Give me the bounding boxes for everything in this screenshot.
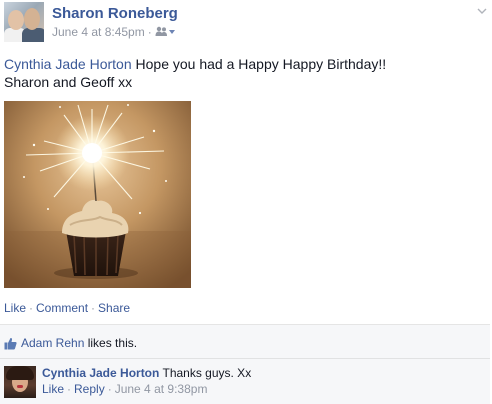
post-message-line1: Hope you had a Happy Happy Birthday!! (135, 56, 387, 72)
divider (0, 358, 490, 359)
liker-name-link[interactable]: Adam Rehn (21, 336, 84, 350)
share-button[interactable]: Share (98, 301, 130, 315)
feedback-section: Adam Rehn likes this. Cynthia Jade Horto… (0, 324, 490, 404)
comment-author-link[interactable]: Cynthia Jade Horton (42, 366, 159, 380)
comment-meta: Like · Reply · June 4 at 9:38pm (42, 382, 208, 396)
post-timestamp[interactable]: June 4 at 8:45pm (52, 25, 145, 39)
post-meta: June 4 at 8:45pm · (52, 25, 175, 40)
thumbs-up-icon (4, 337, 17, 354)
chevron-down-icon[interactable] (476, 4, 488, 16)
like-button[interactable]: Like (4, 301, 26, 315)
comment-text: Thanks guys. Xx (162, 366, 252, 380)
author-name-link[interactable]: Sharon Roneberg (52, 5, 178, 22)
post-message: Cynthia Jade Horton Hope you had a Happy… (4, 55, 386, 91)
comment-reply-button[interactable]: Reply (74, 382, 105, 396)
likes-suffix: likes this. (87, 336, 138, 350)
post-message-line2: Sharon and Geoff xx (4, 74, 133, 90)
author-avatar[interactable] (4, 2, 44, 42)
post-photo[interactable] (4, 101, 191, 288)
friends-icon[interactable] (155, 26, 175, 40)
mention-link[interactable]: Cynthia Jade Horton (4, 56, 132, 72)
likes-summary: Adam Rehn likes this. (4, 335, 137, 351)
feed-story: Sharon Roneberg June 4 at 8:45pm · Cynthi… (0, 0, 492, 404)
comment-button[interactable]: Comment (36, 301, 88, 315)
post-actions: Like · Comment · Share (4, 301, 131, 315)
comment-like-button[interactable]: Like (42, 382, 64, 396)
comment: Cynthia Jade Horton Thanks guys. Xx (42, 365, 251, 381)
commenter-avatar[interactable] (4, 366, 36, 398)
comment-timestamp[interactable]: June 4 at 9:38pm (115, 382, 208, 396)
